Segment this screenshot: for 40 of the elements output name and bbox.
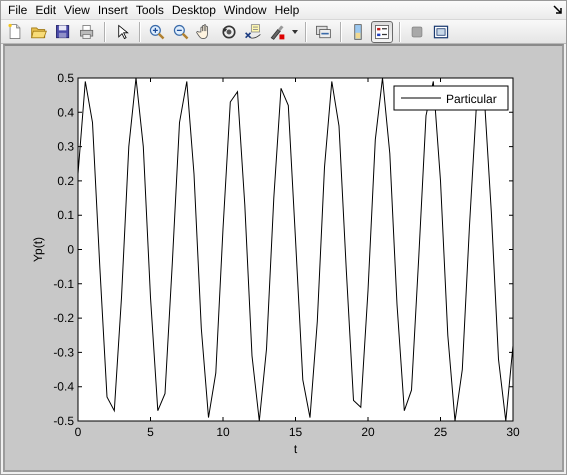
x-tick-label: 5 [147,425,154,439]
y-tick-label: -0.2 [53,311,74,326]
menu-item[interactable]: Insert [94,1,132,19]
menu-item[interactable]: Tools [132,1,168,19]
rotate-icon [220,22,238,40]
menu-item[interactable]: Desktop [168,1,220,19]
zoom-out-icon [172,22,190,40]
y-tick-label: -0.4 [53,380,74,394]
x-tick-label: 10 [216,425,230,439]
legend-icon [373,22,391,40]
x-tick-label: 30 [506,425,520,439]
legend-label: Particular [446,92,497,106]
brush-icon [268,22,286,40]
y-tick-label: 0.1 [57,208,74,222]
dock-arrow-icon[interactable] [553,5,563,15]
y-axis-label: Yp(t) [31,236,45,262]
x-tick-label: 15 [288,425,302,439]
x-tick-label: 0 [74,425,82,439]
menu-item[interactable]: View [60,1,94,19]
menu-item[interactable]: File [4,1,32,19]
data-cursor-icon [244,22,262,40]
legend-button[interactable] [371,20,393,42]
x-tick-label: 20 [361,425,375,439]
menu-item[interactable]: Edit [31,1,60,19]
y-tick-label: 0.4 [57,105,74,120]
menu-item[interactable]: Help [270,1,304,19]
caret-icon [292,30,298,34]
menu-item[interactable]: Window [220,1,271,19]
window-icon [432,22,450,40]
printer-icon [78,22,96,40]
y-tick-label: -0.1 [53,276,74,291]
y-tick-label: 0.5 [57,71,74,85]
y-tick-label: 0.2 [57,174,74,188]
y-tick-label: -0.3 [53,345,74,360]
x-tick-label: 25 [434,425,448,439]
zoom-in-icon [148,22,166,40]
y-tick-label: 0 [67,242,74,256]
x-axis-label: t [294,442,298,456]
y-tick-label: -0.5 [53,414,74,428]
y-tick-label: 0.3 [57,140,74,154]
